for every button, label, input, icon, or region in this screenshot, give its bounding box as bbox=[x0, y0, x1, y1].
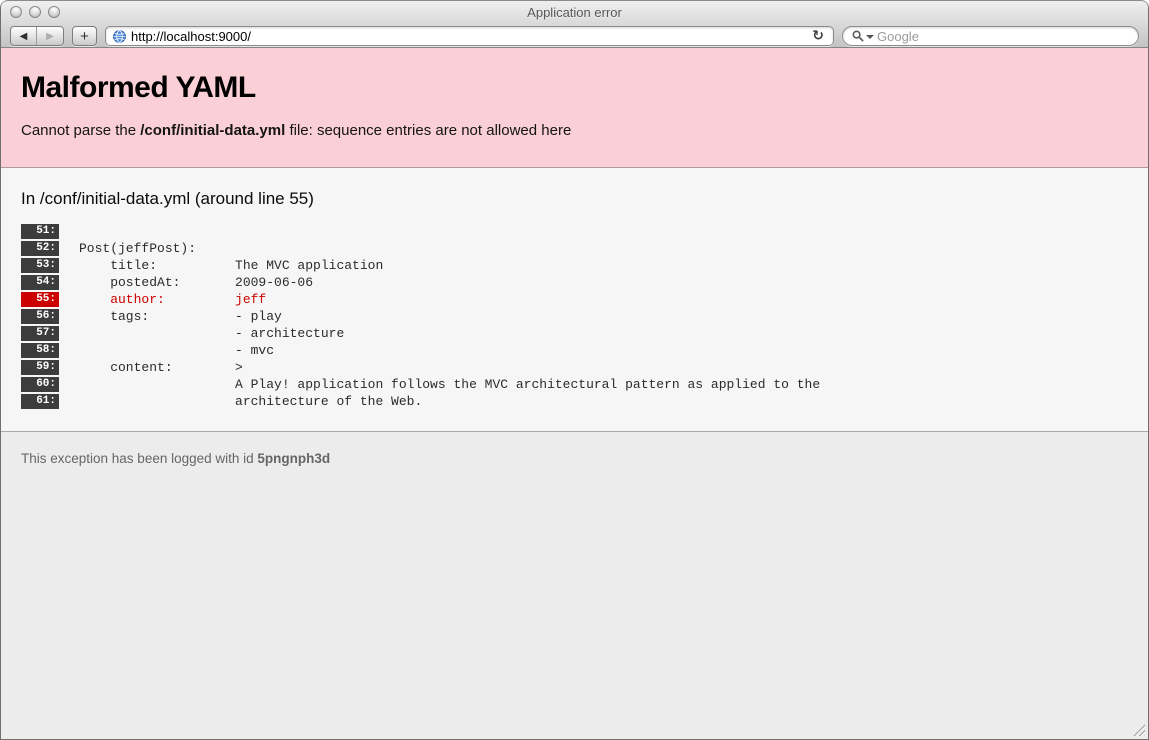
line-number: 54: bbox=[21, 275, 59, 290]
line-code: author: jeff bbox=[79, 292, 266, 307]
code-line: 57: - architecture bbox=[21, 326, 1128, 341]
line-number: 61: bbox=[21, 394, 59, 409]
line-number: 51: bbox=[21, 224, 59, 239]
search-engine-dropdown[interactable] bbox=[852, 30, 874, 42]
back-arrow-icon: ◀ bbox=[20, 31, 28, 42]
new-tab-button[interactable]: + bbox=[72, 26, 97, 46]
traffic-lights bbox=[10, 6, 60, 18]
minimize-button[interactable] bbox=[29, 6, 41, 18]
line-code: - architecture bbox=[79, 326, 344, 341]
error-message-prefix: Cannot parse the bbox=[21, 122, 140, 139]
exception-footer: This exception has been logged with id 5… bbox=[1, 432, 1148, 485]
close-button[interactable] bbox=[10, 6, 22, 18]
line-number: 59: bbox=[21, 360, 59, 375]
exception-id: 5pngnph3d bbox=[257, 451, 330, 466]
code-line: 59: content: > bbox=[21, 360, 1128, 375]
search-icon bbox=[852, 30, 864, 42]
line-code: architecture of the Web. bbox=[79, 394, 422, 409]
error-message: Cannot parse the /conf/initial-data.yml … bbox=[21, 122, 1128, 139]
nav-button-group: ◀ ▶ bbox=[10, 26, 64, 46]
code-line: 54: postedAt: 2009-06-06 bbox=[21, 275, 1128, 290]
error-message-suffix: file: sequence entries are not allowed h… bbox=[285, 122, 571, 139]
globe-favicon-icon bbox=[113, 30, 126, 43]
footer-message: This exception has been logged with id bbox=[21, 451, 257, 466]
search-input[interactable] bbox=[877, 29, 1129, 44]
window-title: Application error bbox=[527, 5, 622, 20]
source-heading: In /conf/initial-data.yml (around line 5… bbox=[21, 189, 1128, 209]
code-line: 53: title: The MVC application bbox=[21, 258, 1128, 273]
error-header: Malformed YAML Cannot parse the /conf/in… bbox=[1, 48, 1148, 168]
code-line: 56: tags: - play bbox=[21, 309, 1128, 324]
code-line: 60: A Play! application follows the MVC … bbox=[21, 377, 1128, 392]
code-line: 51: bbox=[21, 224, 1128, 239]
back-button[interactable]: ◀ bbox=[11, 27, 37, 45]
line-code: content: > bbox=[79, 360, 243, 375]
window-chrome: Application error ◀ ▶ + bbox=[1, 0, 1148, 48]
line-number: 58: bbox=[21, 343, 59, 358]
titlebar[interactable]: Application error bbox=[1, 1, 1148, 23]
line-code: title: The MVC application bbox=[79, 258, 383, 273]
forward-button[interactable]: ▶ bbox=[37, 27, 63, 45]
line-code: Post(jeffPost): bbox=[79, 241, 196, 256]
line-number: 57: bbox=[21, 326, 59, 341]
reload-icon[interactable]: ↻ bbox=[810, 29, 826, 43]
forward-arrow-icon: ▶ bbox=[46, 31, 54, 42]
source-code-lines: 51: 52: Post(jeffPost): 53: title: The M… bbox=[21, 224, 1128, 409]
source-section: In /conf/initial-data.yml (around line 5… bbox=[1, 168, 1148, 432]
search-bar[interactable] bbox=[842, 26, 1139, 46]
resize-grip-icon[interactable] bbox=[1132, 723, 1145, 736]
url-input[interactable] bbox=[131, 29, 805, 44]
browser-window: Application error ◀ ▶ + bbox=[0, 0, 1149, 740]
error-title: Malformed YAML bbox=[21, 71, 1128, 105]
code-line: 58: - mvc bbox=[21, 343, 1128, 358]
plus-icon: + bbox=[80, 28, 89, 45]
page-content: Malformed YAML Cannot parse the /conf/in… bbox=[1, 48, 1148, 739]
line-number: 55: bbox=[21, 292, 59, 307]
address-bar[interactable]: ↻ bbox=[105, 26, 834, 46]
line-number: 53: bbox=[21, 258, 59, 273]
error-file-path: /conf/initial-data.yml bbox=[140, 122, 285, 139]
zoom-button[interactable] bbox=[48, 6, 60, 18]
code-line: 61: architecture of the Web. bbox=[21, 394, 1128, 409]
line-number: 52: bbox=[21, 241, 59, 256]
line-code: A Play! application follows the MVC arch… bbox=[79, 377, 820, 392]
line-code: postedAt: 2009-06-06 bbox=[79, 275, 313, 290]
line-number: 56: bbox=[21, 309, 59, 324]
line-code: tags: - play bbox=[79, 309, 282, 324]
code-line: 52: Post(jeffPost): bbox=[21, 241, 1128, 256]
code-line: 55: author: jeff bbox=[21, 292, 1128, 307]
line-number: 60: bbox=[21, 377, 59, 392]
chevron-down-icon bbox=[866, 35, 874, 39]
browser-toolbar: ◀ ▶ + bbox=[1, 23, 1148, 49]
line-code: - mvc bbox=[79, 343, 274, 358]
